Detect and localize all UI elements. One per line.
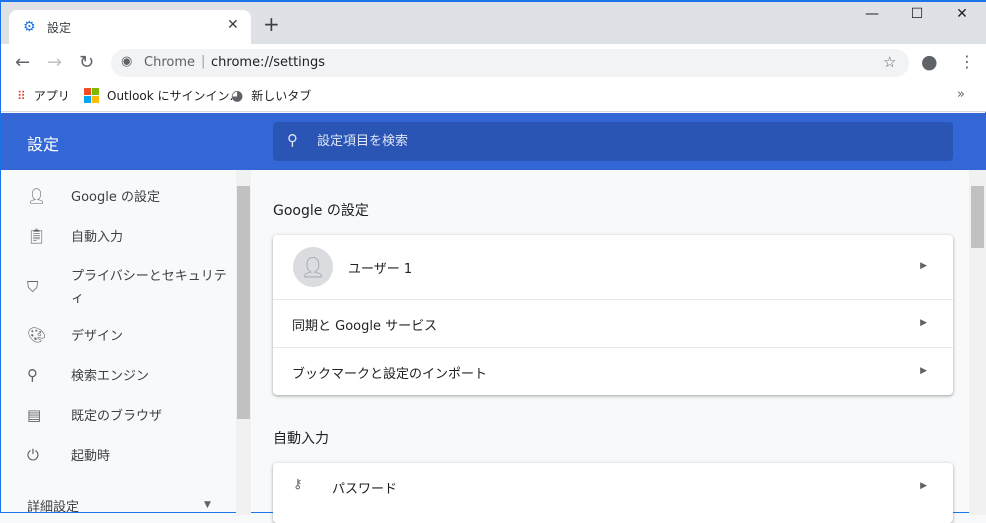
maximize-button[interactable]: ☐ <box>894 6 940 22</box>
sidebar-scrollbar[interactable] <box>236 170 251 515</box>
import-row[interactable]: ブックマークと設定のインポート ▶ <box>273 347 953 395</box>
avatar: 👤︎ <box>293 247 333 287</box>
sidebar-item-label: プライバシーとセキュリティ <box>71 269 227 306</box>
user-name: ユーザー 1 <box>348 262 413 277</box>
main-content: Google の設定 👤︎ ユーザー 1 ▶ 同期と Google サービス ▶… <box>251 170 969 523</box>
bookmarks-overflow-button[interactable]: » <box>957 87 965 102</box>
window-close-button[interactable]: ✕ <box>939 6 985 22</box>
sidebar-item-label: デザイン <box>71 329 124 344</box>
row-label: パスワード <box>332 482 398 497</box>
bookmark-label: アプリ <box>33 89 70 103</box>
bookmark-outlook[interactable]: Outlook にサインイン... <box>84 87 241 104</box>
gear-icon: ⚙ <box>23 19 36 35</box>
title-bar: ⚙ 設定 ✕ + — ☐ ✕ <box>1 2 986 44</box>
sidebar-item-label: 検索エンジン <box>71 369 150 384</box>
chip-separator: | <box>201 54 206 69</box>
arrow-right-icon: ▶ <box>920 318 927 328</box>
bookmark-label: 新しいタブ <box>251 89 312 103</box>
row-label: ブックマークと設定のインポート <box>292 367 488 382</box>
sidebar-item-default-browser[interactable]: ▤ 既定のブラウザ <box>1 406 236 428</box>
reload-button[interactable]: ↻ <box>79 52 94 73</box>
minimize-button[interactable]: — <box>849 6 895 22</box>
settings-header: 設定 ⚲ <box>1 113 986 170</box>
bookmarks-bar: ⠿ アプリ Outlook にサインイン... ◕ 新しいタブ » <box>1 82 986 112</box>
sidebar-item-label: 既定のブラウザ <box>71 409 163 424</box>
settings-search[interactable]: ⚲ <box>273 122 953 161</box>
section-title-autofill: 自動入力 <box>273 431 329 447</box>
search-input[interactable] <box>317 122 937 161</box>
arrow-right-icon: ▶ <box>920 481 927 491</box>
sidebar-item-label: 起動時 <box>71 449 111 464</box>
sidebar-item-google[interactable]: 👤︎ Google の設定 <box>1 187 236 209</box>
main-scrollbar[interactable] <box>969 170 986 515</box>
user-row[interactable]: 👤︎ ユーザー 1 ▶ <box>273 235 953 299</box>
sidebar: 👤︎ Google の設定 📋︎ 自動入力 ⛉ プライバシーとセキュリティ 🎨︎ デザイ… <box>1 170 236 515</box>
bookmark-apps[interactable]: ⠿ アプリ <box>17 87 70 104</box>
back-button[interactable]: ← <box>15 52 30 73</box>
browser-icon: ▤ <box>27 406 42 424</box>
arrow-right-icon: ▶ <box>920 261 927 271</box>
globe-icon: ◕ <box>231 87 244 104</box>
shield-icon: ⛉ <box>27 278 39 296</box>
apps-grid-icon: ⠿ <box>17 88 26 103</box>
sidebar-item-autofill[interactable]: 📋︎ 自動入力 <box>1 227 236 249</box>
microsoft-logo-icon <box>84 88 99 103</box>
row-label: 同期と Google サービス <box>292 319 438 334</box>
sidebar-scroll-thumb[interactable] <box>237 186 250 419</box>
tab-close-button[interactable]: ✕ <box>227 17 239 33</box>
sidebar-item-startup[interactable]: ⏻ 起動時 <box>1 446 236 468</box>
address-bar[interactable]: ◉ Chrome | chrome://settings ☆ <box>111 49 909 77</box>
sidebar-advanced[interactable]: 詳細設定 <box>27 496 79 515</box>
password-row[interactable]: ⚷ パスワード ▶ <box>273 463 953 511</box>
clipboard-icon: 📋︎ <box>27 227 47 245</box>
palette-icon: 🎨︎ <box>27 326 47 344</box>
tab-settings[interactable]: ⚙ 設定 ✕ <box>9 10 251 44</box>
chevron-down-icon[interactable]: ▼ <box>204 500 211 510</box>
bookmark-star-icon[interactable]: ☆ <box>883 53 896 71</box>
sidebar-item-appearance[interactable]: 🎨︎ デザイン <box>1 326 236 348</box>
person-icon: 👤︎ <box>27 187 47 205</box>
sidebar-item-label: Google の設定 <box>71 190 160 205</box>
profile-icon[interactable]: ● <box>921 51 938 73</box>
site-chip: Chrome <box>144 55 195 70</box>
search-icon: ⚲ <box>287 131 298 149</box>
power-icon: ⏻ <box>27 446 39 464</box>
autofill-card: ⚷ パスワード ▶ <box>273 463 953 523</box>
toolbar: ← → ↻ ◉ Chrome | chrome://settings ☆ ● ⋮ <box>1 44 986 82</box>
main-scroll-thumb[interactable] <box>971 186 984 248</box>
url-text[interactable]: chrome://settings <box>211 55 325 70</box>
bookmark-label: Outlook にサインイン... <box>107 89 241 103</box>
arrow-right-icon: ▶ <box>920 366 927 376</box>
sidebar-item-search-engine[interactable]: ⚲ 検索エンジン <box>1 366 236 388</box>
forward-button[interactable]: → <box>47 52 62 73</box>
new-tab-button[interactable]: + <box>263 12 280 36</box>
chrome-icon: ◉ <box>121 54 133 69</box>
section-title-google: Google の設定 <box>273 203 369 219</box>
sync-row[interactable]: 同期と Google サービス ▶ <box>273 299 953 347</box>
page-title: 設定 <box>27 135 60 154</box>
search-icon: ⚲ <box>27 366 38 384</box>
google-settings-card: 👤︎ ユーザー 1 ▶ 同期と Google サービス ▶ ブックマークと設定の… <box>273 235 953 395</box>
sidebar-item-label: 自動入力 <box>71 230 124 245</box>
sidebar-item-privacy[interactable]: ⛉ プライバシーとセキュリティ <box>1 266 236 310</box>
menu-icon[interactable]: ⋮ <box>959 52 975 71</box>
key-icon: ⚷ <box>293 477 303 492</box>
bookmark-new-tab[interactable]: ◕ 新しいタブ <box>231 87 311 104</box>
tab-title: 設定 <box>47 21 72 35</box>
